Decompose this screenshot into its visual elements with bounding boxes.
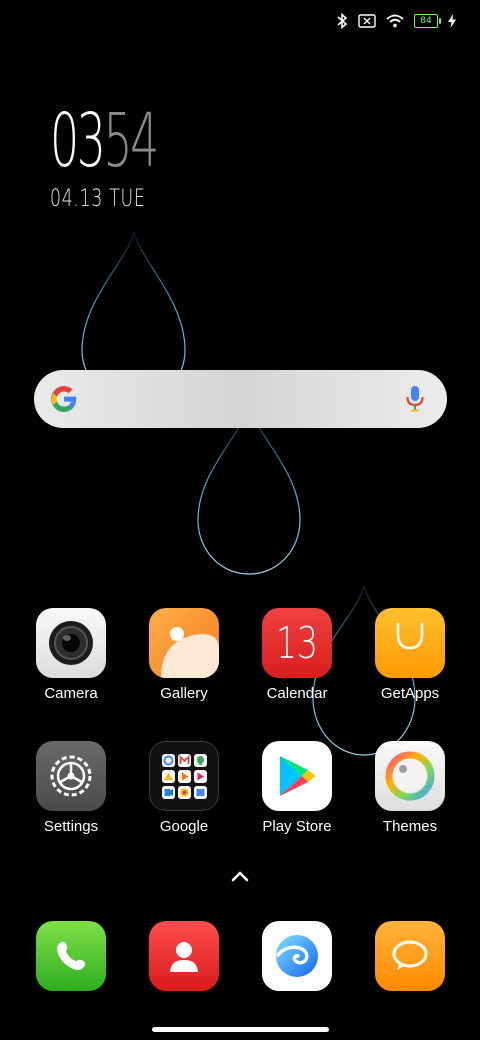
themes-icon [375, 741, 445, 811]
clock-widget[interactable]: 0354 04.13 TUE [50, 104, 222, 212]
app-camera[interactable]: Camera [16, 608, 126, 702]
wallpaper-drop [197, 403, 301, 575]
app-getapps[interactable]: GetApps [355, 608, 465, 702]
app-gallery[interactable]: Gallery [129, 608, 239, 702]
phone-icon[interactable] [36, 921, 106, 991]
getapps-icon [375, 608, 445, 678]
browser-icon[interactable] [262, 921, 332, 991]
app-label: Settings [43, 818, 99, 835]
google-logo-icon [51, 386, 77, 412]
status-bar: 84 [336, 10, 456, 32]
app-label: Gallery [160, 685, 208, 702]
calendar-icon: 13 [262, 608, 332, 678]
contacts-icon[interactable] [149, 921, 219, 991]
app-settings[interactable]: Settings [16, 741, 126, 835]
clock-minutes: 54 [103, 98, 159, 184]
gallery-icon [149, 608, 219, 678]
settings-icon [36, 741, 106, 811]
dock [0, 921, 480, 991]
app-themes[interactable]: Themes [355, 741, 465, 835]
wifi-icon [386, 14, 404, 28]
app-label: Themes [382, 818, 438, 835]
google-folder-icon [149, 741, 219, 811]
app-drawer-chevron-icon[interactable] [228, 866, 252, 886]
app-google-folder[interactable]: Google [129, 741, 239, 835]
home-indicator[interactable] [152, 1027, 329, 1032]
camera-icon [36, 608, 106, 678]
app-play-store[interactable]: Play Store [242, 741, 352, 835]
battery-icon: 84 [414, 14, 441, 28]
bluetooth-icon [337, 13, 348, 29]
charging-icon [448, 14, 456, 28]
clock-date: 04.13 TUE [50, 184, 146, 212]
sim-absent-icon [358, 14, 376, 28]
app-label: Calendar [266, 685, 328, 702]
clock-time: 0354 [50, 104, 159, 178]
battery-level: 84 [420, 15, 432, 26]
microphone-icon[interactable] [405, 385, 425, 413]
app-calendar[interactable]: 13 Calendar [242, 608, 352, 702]
app-label: Play Store [262, 818, 332, 835]
app-label: Google [159, 818, 209, 835]
google-search-bar[interactable] [34, 370, 447, 428]
app-label: GetApps [380, 685, 440, 702]
app-label: Camera [44, 685, 98, 702]
clock-hours: 03 [50, 98, 106, 184]
play-store-icon [262, 741, 332, 811]
calendar-day: 13 [276, 617, 318, 669]
messages-icon[interactable] [375, 921, 445, 991]
